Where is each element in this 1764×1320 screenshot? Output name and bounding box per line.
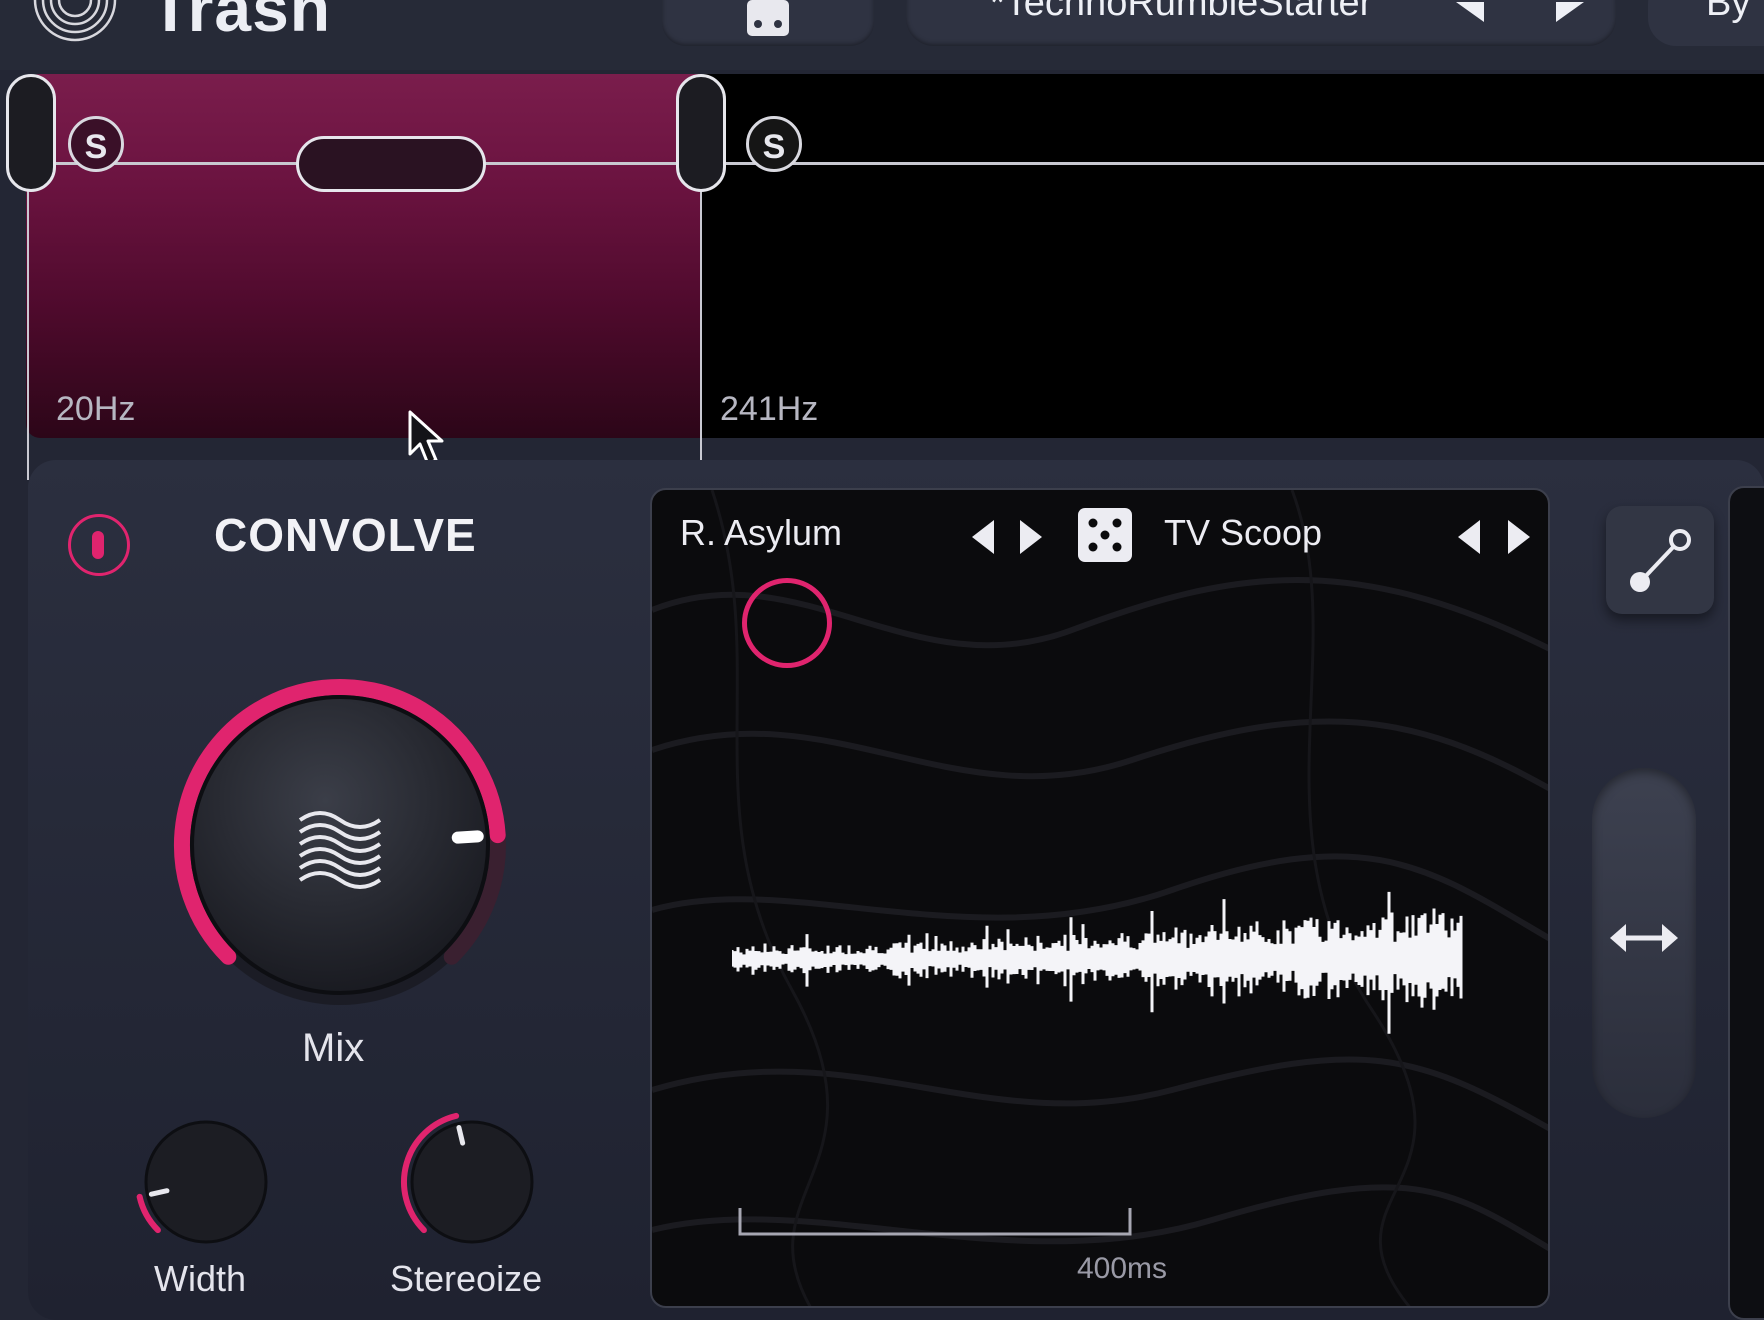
dice-icon [747, 0, 789, 36]
preset-selector[interactable]: *TechnoRumbleStarter [906, 0, 1616, 46]
preset-prev-icon[interactable] [1456, 2, 1484, 28]
band-one-region[interactable]: S 20Hz [26, 74, 702, 466]
ir-time-scale-bar [738, 1208, 1132, 1236]
impulse-response-display[interactable]: R. Asylum TV Scoop 400ms [650, 488, 1550, 1308]
ir-left-prev-icon[interactable] [970, 518, 998, 556]
band-low-edge-handle[interactable] [6, 74, 56, 192]
mouse-pointer-icon [408, 410, 444, 466]
mix-knob[interactable] [155, 660, 525, 1030]
ir-dice-icon[interactable] [1078, 508, 1132, 562]
width-label: Width [154, 1258, 247, 1299]
link-icon [1630, 529, 1691, 592]
bypass-label: By [1706, 0, 1751, 24]
band-split-line [700, 180, 702, 482]
stereoize-knob-graphic [401, 1112, 534, 1244]
next-module-panel-edge [1728, 486, 1764, 1320]
width-knob[interactable] [132, 1108, 280, 1256]
band-two-solo-button[interactable]: S [746, 116, 802, 172]
fingerprint-logo-icon [33, 0, 117, 42]
ir-waveform [732, 891, 1463, 1034]
power-icon [92, 531, 104, 559]
stereoize-label: Stereoize [390, 1258, 543, 1299]
ir-position-ring[interactable] [742, 578, 832, 668]
ir-left-name: R. Asylum [680, 512, 843, 553]
randomize-button[interactable] [662, 0, 874, 46]
link-button[interactable] [1606, 506, 1714, 614]
mix-knob-graphic [174, 679, 506, 1005]
preset-name: *TechnoRumbleStarter [990, 0, 1373, 24]
module-power-button[interactable] [68, 514, 130, 576]
ir-time-scale-label: 400ms [1077, 1252, 1168, 1285]
stereoize-knob[interactable] [398, 1108, 546, 1256]
module-title: CONVOLVE [214, 509, 477, 561]
top-bar: Trash *TechnoRumbleStarter By [0, 0, 1764, 70]
band-one-freq-label: 20Hz [56, 390, 136, 428]
app-title: Trash [150, 0, 332, 45]
band-crossover-handle[interactable] [676, 74, 726, 192]
band-strip: S 20Hz S 241Hz [0, 70, 1764, 482]
ir-left-next-icon[interactable] [1016, 518, 1044, 556]
ir-right-prev-icon[interactable] [1456, 518, 1484, 556]
band-left-edge-line [27, 180, 29, 480]
band-two-region[interactable]: S 241Hz [702, 74, 1764, 438]
ir-right-next-icon[interactable] [1504, 518, 1532, 556]
width-knob-graphic [136, 1120, 268, 1244]
band-two-freq-label: 241Hz [720, 390, 819, 428]
ir-right-name: TV Scoop [1164, 512, 1323, 553]
bypass-button[interactable]: By [1648, 0, 1764, 46]
stereo-width-slider[interactable] [1592, 768, 1696, 1118]
mix-label: Mix [302, 1026, 365, 1070]
band-two-gain-line [702, 162, 1764, 165]
double-arrow-icon [1610, 924, 1678, 952]
band-one-gain-handle[interactable] [296, 136, 486, 192]
preset-next-icon[interactable] [1556, 2, 1584, 28]
band-one-solo-button[interactable]: S [68, 116, 124, 172]
